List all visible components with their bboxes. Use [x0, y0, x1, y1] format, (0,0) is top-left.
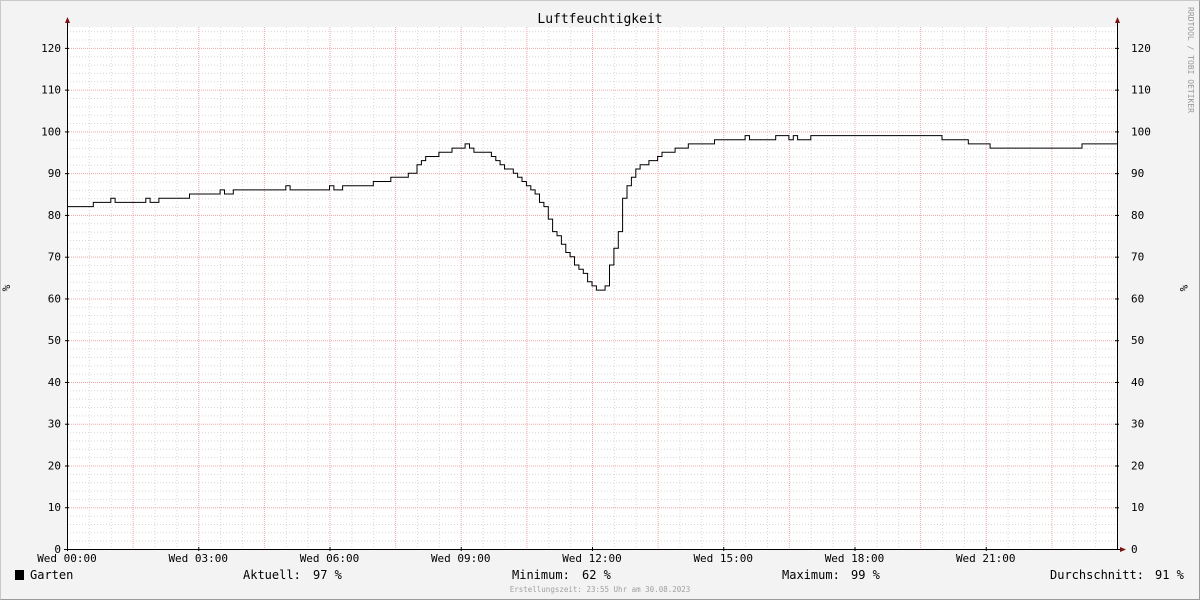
legend-avg-value: 91 % — [1155, 568, 1185, 582]
legend-series-name: Garten — [30, 568, 73, 582]
y-tick-label-right: 50 — [1131, 334, 1144, 347]
x-axis-arrow — [1120, 547, 1126, 552]
y-tick-label-right: 40 — [1131, 376, 1144, 389]
y-axis-label-left: % — [0, 284, 13, 291]
y-tick-label-right: 80 — [1131, 209, 1144, 222]
x-tick-label: Wed 09:00 — [431, 552, 491, 565]
y-tick-label-left: 70 — [48, 251, 61, 264]
y-axis-label-right: % — [1177, 285, 1190, 292]
rrdtool-watermark: RRDTOOL / TOBI OETIKER — [1186, 7, 1195, 113]
y-tick-label-right: 60 — [1131, 292, 1144, 305]
x-tick-label: Wed 06:00 — [300, 552, 360, 565]
y-tick-label-right: 120 — [1131, 42, 1151, 55]
y-tick-labels-right: 0 10 20 30 40 50 60 70 80 90 100 110 120 — [1131, 42, 1151, 556]
y-tick-label-right: 30 — [1131, 418, 1144, 431]
legend-avg-label: Durchschnitt: — [1050, 568, 1144, 582]
y-axis-arrow-left — [65, 17, 70, 23]
legend-max-value: 99 % — [851, 568, 881, 582]
y-tick-label-left: 30 — [48, 418, 61, 431]
y-tick-label-left: 110 — [41, 84, 61, 97]
y-tick-label-right: 0 — [1131, 543, 1138, 556]
y-tick-label-left: 10 — [48, 501, 61, 514]
x-tick-label: Wed 18:00 — [825, 552, 885, 565]
legend-min-label: Minimum: — [512, 568, 570, 582]
x-tick-label: Wed 03:00 — [168, 552, 228, 565]
x-tick-label: Wed 15:00 — [693, 552, 753, 565]
legend-swatch-garten — [15, 570, 24, 580]
y-tick-label-left: 80 — [48, 209, 61, 222]
x-tick-labels: Wed 00:00 Wed 03:00 Wed 06:00 Wed 09:00 Wed … — [37, 552, 1015, 565]
y-tick-label-right: 110 — [1131, 84, 1151, 97]
y-tick-label-right: 70 — [1131, 251, 1144, 264]
legend-current-value: 97 % — [313, 568, 343, 582]
y-tick-label-right: 10 — [1131, 501, 1144, 514]
y-tick-label-left: 120 — [41, 42, 61, 55]
x-tick-label: Wed 21:00 — [956, 552, 1016, 565]
y-tick-label-right: 20 — [1131, 459, 1144, 472]
x-tick-label: Wed 00:00 — [37, 552, 97, 565]
y-axis-arrow-right — [1115, 17, 1120, 23]
legend-min-value: 62 % — [582, 568, 612, 582]
y-tick-label-right: 100 — [1131, 125, 1151, 138]
legend-current-label: Aktuell: — [243, 568, 301, 582]
y-tick-label-left: 90 — [48, 167, 61, 180]
y-tick-label-left: 20 — [48, 459, 61, 472]
y-tick-label-left: 60 — [48, 292, 61, 305]
creation-timestamp: Erstellungszeit: 23:55 Uhr am 30.08.2023 — [510, 585, 691, 594]
y-tick-label-right: 90 — [1131, 167, 1144, 180]
humidity-chart: 0 10 20 30 40 50 60 70 80 90 100 110 120 0 10 20 30 40 50… — [0, 7, 1195, 594]
y-tick-label-left: 50 — [48, 334, 61, 347]
legend-max-label: Maximum: — [782, 568, 840, 582]
chart-title: Luftfeuchtigkeit — [537, 12, 662, 27]
y-tick-label-left: 40 — [48, 376, 61, 389]
y-tick-labels-left: 0102030405060708090100110120 — [41, 42, 61, 556]
x-tick-label: Wed 12:00 — [562, 552, 622, 565]
y-tick-label-left: 100 — [41, 125, 61, 138]
